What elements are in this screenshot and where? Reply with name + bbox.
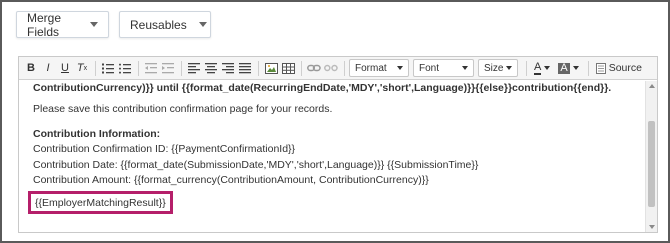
toolbar-separator [344,60,345,76]
merge-field-text: {{EmployerMatchingResult}} [35,197,166,209]
content-line: Contribution Date: {{format_date(Submiss… [33,159,479,171]
toolbar-separator [95,60,96,76]
chevron-down-icon [544,66,551,70]
content-line: Please save this contribution confirmati… [33,103,333,115]
chevron-down-icon [572,66,579,70]
size-select-label: Size [484,62,504,74]
chevron-down-icon [397,66,403,70]
toolbar-separator [587,60,589,76]
size-select[interactable]: Size [478,59,518,77]
section-heading: Contribution Information: [33,128,161,140]
toolbar-separator [526,60,527,76]
format-select[interactable]: Format [349,59,409,77]
top-button-bar: Merge Fields Reusables [16,10,211,39]
reusables-label: Reusables [130,17,187,32]
bold-icon[interactable]: B [23,60,39,76]
toolbar-separator [181,60,182,76]
align-right-icon[interactable] [220,60,236,76]
table-icon[interactable] [280,60,296,76]
rich-text-editor[interactable]: B I U Tx Format Font Size A A Source Con… [18,56,658,233]
clear-format-icon[interactable]: Tx [74,60,90,76]
align-center-icon[interactable] [203,60,219,76]
numbered-list-icon[interactable] [100,60,116,76]
content-line: Contribution Confirmation ID: {{PaymentC… [33,143,296,155]
italic-icon[interactable]: I [40,60,56,76]
toolbar-separator [138,60,139,76]
reusables-dropdown[interactable]: Reusables [119,11,211,38]
toolbar-separator [301,60,302,76]
content-line: ContributionCurrency)}} until {{format_d… [33,82,612,94]
editor-content[interactable]: ContributionCurrency)}} until {{format_d… [19,81,644,232]
link-icon[interactable] [306,60,322,76]
bulleted-list-icon[interactable] [117,60,133,76]
chevron-down-icon [90,22,98,27]
text-color-icon: A [534,60,542,75]
source-button-label: Source [608,62,642,74]
text-color-button[interactable]: A [531,59,553,77]
align-left-icon[interactable] [186,60,202,76]
chevron-down-icon [506,66,512,70]
merge-fields-dropdown[interactable]: Merge Fields [16,10,109,39]
content-line: Contribution Amount: {{format_currency(C… [33,174,429,186]
background-color-icon: A [558,61,570,74]
format-select-label: Format [355,62,387,74]
screenshot-frame: Merge Fields Reusables B I U Tx Format F… [0,0,670,243]
highlighted-merge-field: {{EmployerMatchingResult}} [28,191,173,214]
unlink-icon[interactable] [323,60,339,76]
vertical-scrollbar[interactable] [645,81,657,232]
scrollbar-thumb[interactable] [648,121,655,207]
source-button[interactable]: Source [593,62,645,74]
scroll-down-icon[interactable] [649,225,655,229]
chevron-down-icon [462,66,468,70]
font-select[interactable]: Font [413,59,474,77]
background-color-button[interactable]: A [555,59,581,77]
image-icon[interactable] [263,60,279,76]
justify-icon[interactable] [237,60,253,76]
scroll-up-icon[interactable] [649,84,655,88]
toolbar-separator [258,60,259,76]
underline-icon[interactable]: U [57,60,73,76]
font-select-label: Font [419,62,440,74]
indent-icon[interactable] [160,60,176,76]
merge-fields-label: Merge Fields [27,10,62,39]
editor-toolbar: B I U Tx Format Font Size A A Source [19,57,657,80]
outdent-icon[interactable] [143,60,159,76]
source-icon [595,62,606,74]
chevron-down-icon [198,22,207,27]
